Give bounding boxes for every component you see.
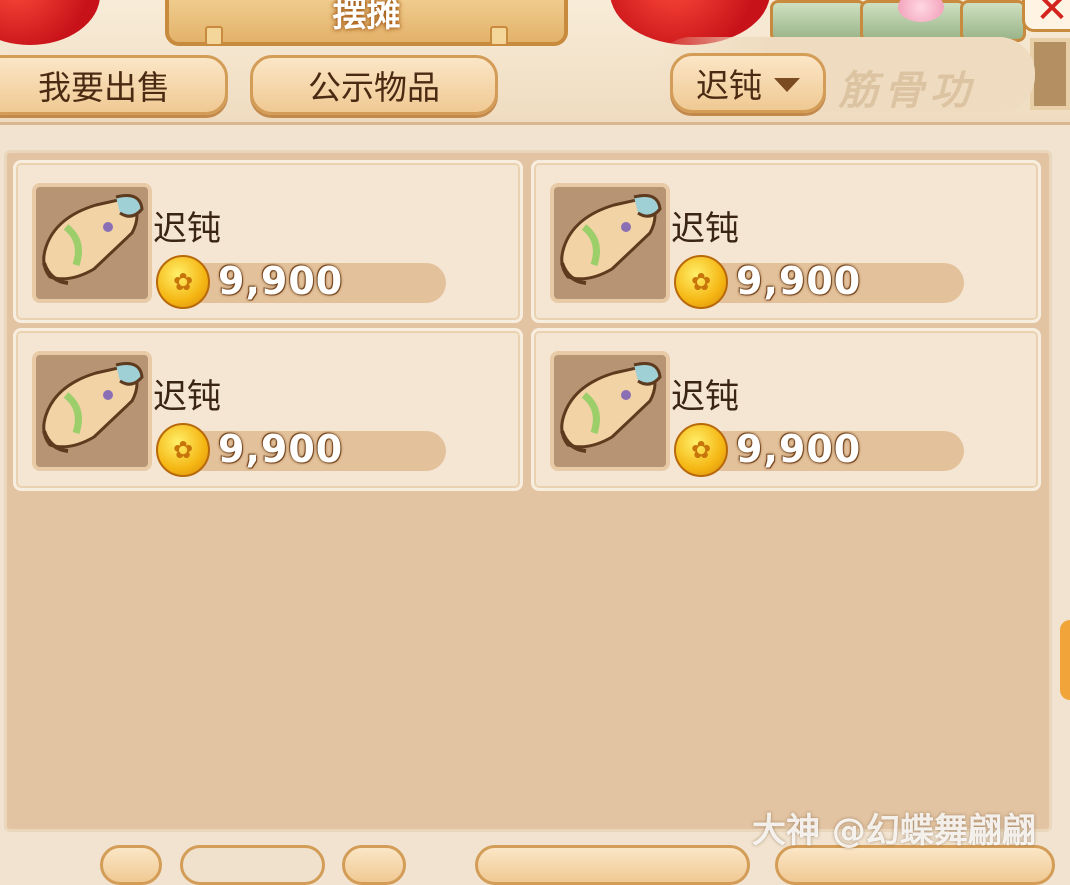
filter-decor-text: 筋骨功 (838, 68, 976, 114)
action-button-left[interactable] (475, 845, 750, 885)
scroll-decoration (960, 0, 1026, 42)
item-price: 9,900 (218, 259, 344, 303)
item-name: 迟钝 (671, 377, 739, 417)
item-name: 迟钝 (671, 209, 739, 249)
lantern-left-decoration (0, 0, 100, 45)
page-next-button[interactable] (342, 845, 406, 885)
gold-coin-icon: ✿ (156, 255, 210, 309)
item-price: 9,900 (736, 259, 862, 303)
listing-card[interactable]: 迟钝 ✿ 9,900 (531, 160, 1041, 323)
scroll-decoration (770, 0, 866, 42)
item-name: 迟钝 (153, 377, 221, 417)
gold-coin-icon: ✿ (674, 423, 728, 477)
page-prev-button[interactable] (100, 845, 162, 885)
triangle-down-icon (774, 78, 800, 92)
close-button[interactable]: ✕ (1022, 0, 1070, 32)
corner-decoration (1030, 38, 1070, 110)
item-price: 9,900 (218, 427, 344, 471)
item-icon-frame (32, 351, 152, 471)
item-icon-frame (550, 351, 670, 471)
scroll-icon (560, 362, 662, 453)
item-name: 迟钝 (153, 209, 221, 249)
side-handle[interactable] (1060, 620, 1070, 700)
scroll-icon (42, 362, 144, 453)
item-price: 9,900 (736, 427, 862, 471)
plaque-peg-decoration (205, 26, 223, 46)
listing-card[interactable]: 迟钝 ✿ 9,900 (13, 160, 523, 323)
gold-coin-icon: ✿ (674, 255, 728, 309)
tab-sell[interactable]: 我要出售 (0, 55, 228, 115)
filter-dropdown-label: 迟钝 (696, 66, 762, 105)
top-frame: 摆摊 ✕ 我要出售 公示物品 筋骨功 迟钝 (0, 0, 1070, 125)
listing-card[interactable]: 迟钝 ✿ 9,900 (13, 328, 523, 491)
listing-card[interactable]: 迟钝 ✿ 9,900 (531, 328, 1041, 491)
plaque-peg-decoration (490, 26, 508, 46)
scroll-icon (42, 194, 144, 285)
tab-sell-label: 我要出售 (38, 68, 170, 107)
scroll-icon (560, 194, 662, 285)
tab-public-items[interactable]: 公示物品 (250, 55, 498, 115)
filter-dropdown[interactable]: 迟钝 (670, 53, 826, 113)
tab-public-items-label: 公示物品 (308, 68, 440, 107)
watermark-text: 大神 @幻蝶舞翩翩 (752, 811, 1036, 851)
item-icon-frame (32, 183, 152, 303)
listing-panel: 迟钝 ✿ 9,900 迟钝 ✿ 9,900 迟钝 ✿ 9,900 迟钝 ✿ 9,… (4, 150, 1052, 832)
item-icon-frame (550, 183, 670, 303)
page-title: 摆摊 (332, 0, 401, 35)
page-indicator (180, 845, 325, 885)
gold-coin-icon: ✿ (156, 423, 210, 477)
close-icon: ✕ (1035, 0, 1069, 32)
